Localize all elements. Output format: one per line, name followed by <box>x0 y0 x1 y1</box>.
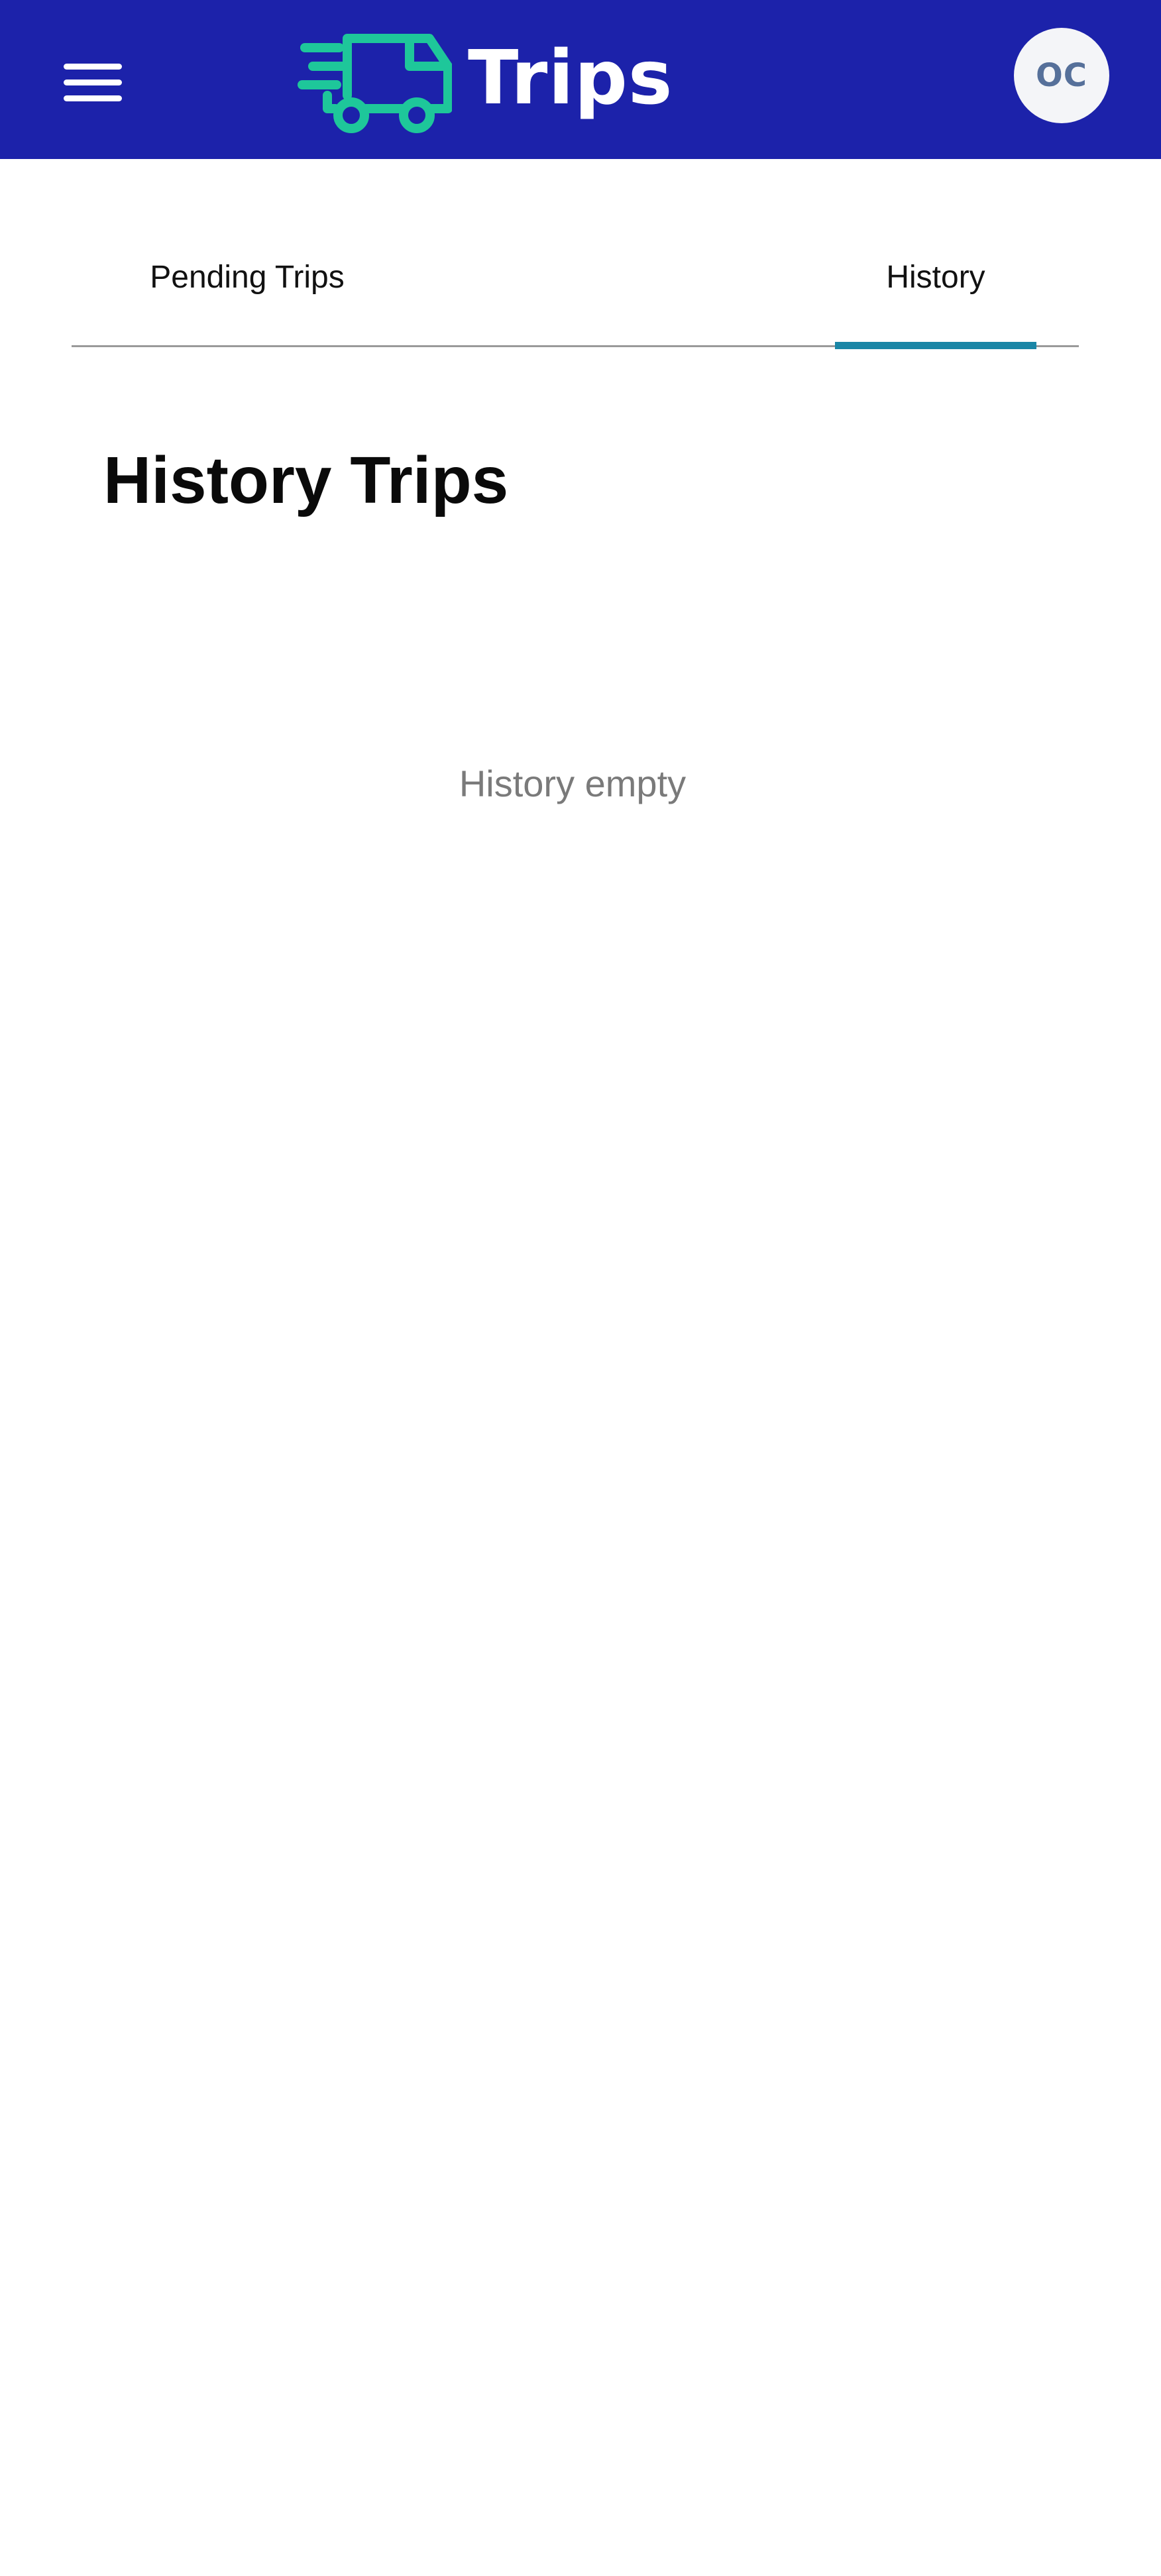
avatar-initials: OC <box>1035 57 1088 94</box>
page-title: History Trips <box>103 443 509 517</box>
app-brand: Trips <box>297 28 673 136</box>
tab-pending-trips[interactable]: Pending Trips <box>122 239 372 347</box>
app-header: Trips OC <box>0 0 1161 159</box>
app-title: Trips <box>468 35 673 121</box>
delivery-truck-icon <box>298 34 452 133</box>
user-avatar[interactable]: OC <box>1014 28 1109 123</box>
tab-label: Pending Trips <box>150 259 345 295</box>
tab-label: History <box>886 259 985 295</box>
trip-tabs: Pending Trips History <box>72 239 1079 349</box>
empty-state-message: History empty <box>459 763 687 804</box>
active-tab-indicator <box>835 342 1036 349</box>
menu-button[interactable] <box>53 52 133 111</box>
tab-history[interactable]: History <box>835 239 1036 349</box>
